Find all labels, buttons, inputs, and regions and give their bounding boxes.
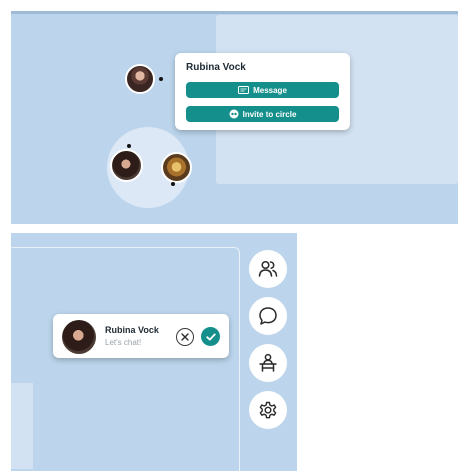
desk-button[interactable]	[249, 344, 287, 382]
message-button[interactable]: Message	[186, 82, 339, 98]
avatar-status-dot	[159, 77, 163, 81]
avatar-status-dot	[171, 182, 175, 186]
avatar-circle-member-2[interactable]	[161, 152, 192, 183]
message-icon	[238, 86, 250, 94]
room-tile	[11, 383, 33, 469]
invite-button-label: Invite to circle	[242, 109, 297, 119]
decline-button[interactable]	[176, 328, 194, 346]
avatar-circle-member-1[interactable]	[110, 149, 143, 182]
chat-button[interactable]	[249, 297, 287, 335]
map-view-bottom: Rubina Vock Let's chat!	[11, 233, 297, 471]
chat-request-notification: Rubina Vock Let's chat!	[53, 314, 229, 358]
room-outline	[11, 247, 240, 471]
accept-button[interactable]	[201, 327, 220, 346]
top-border-strip	[11, 11, 458, 14]
notification-message: Let's chat!	[105, 338, 142, 347]
notification-user-name: Rubina Vock	[105, 325, 159, 335]
map-view-top: Rubina Vock Message Invite to circle	[11, 11, 458, 224]
message-button-label: Message	[253, 85, 287, 95]
settings-button[interactable]	[249, 391, 287, 429]
close-icon	[181, 333, 189, 341]
desk-icon	[259, 353, 277, 372]
invite-to-circle-button[interactable]: Invite to circle	[186, 106, 339, 122]
check-icon	[205, 332, 216, 340]
circle-invite-icon	[229, 109, 239, 119]
chat-bubble-icon	[259, 307, 277, 325]
user-popup: Rubina Vock Message Invite to circle	[175, 53, 350, 130]
people-icon	[258, 260, 278, 277]
avatar-rubina[interactable]	[125, 64, 155, 94]
gear-icon	[259, 401, 277, 419]
people-button[interactable]	[249, 250, 287, 288]
notification-avatar	[62, 320, 96, 354]
popup-user-name: Rubina Vock	[186, 62, 246, 73]
avatar-status-dot	[127, 144, 131, 148]
